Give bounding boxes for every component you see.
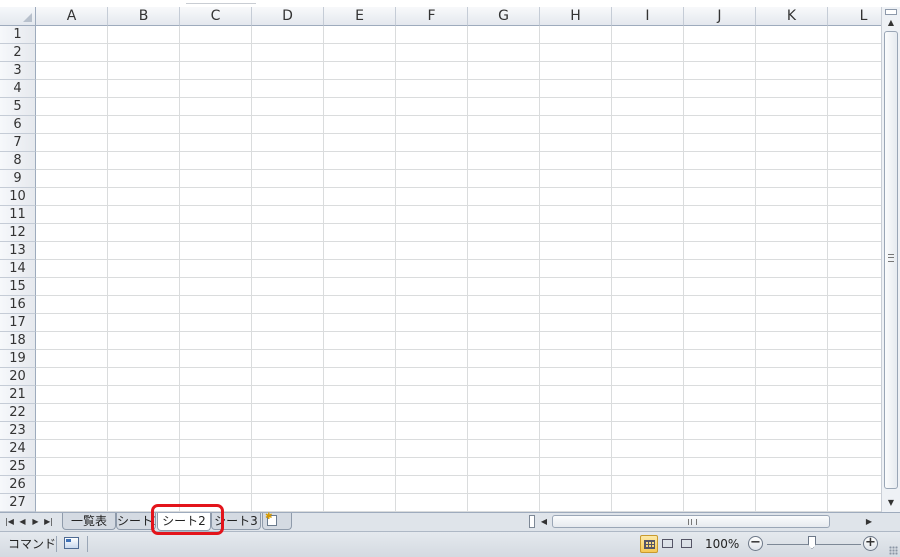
sheet-tab-bar: |◀ ◀ ▶ ▶| 一覧表 シート1 シート2 シート3 ✱ ◀ ▶ [0,512,900,531]
row-header[interactable]: 23 [0,422,36,440]
worksheet-grid[interactable]: ABCDEFGHIJKL 1 2 3 4 5 6 7 8 9 10 11 12 13 14 15 16 17 18… [0,7,881,512]
status-bar: コマンド 100% − + [0,531,900,557]
column-header[interactable]: B [108,7,180,26]
row-header[interactable]: 21 [0,386,36,404]
column-header[interactable]: L [828,7,881,26]
insert-worksheet-button[interactable]: ✱ [262,512,292,530]
row-header[interactable]: 26 [0,476,36,494]
first-sheet-icon[interactable]: |◀ [4,515,15,529]
row-header[interactable]: 8 [0,152,36,170]
select-all-icon [23,13,32,22]
normal-view-icon [644,540,655,549]
column-header[interactable]: E [324,7,396,26]
scroll-up-arrow-icon[interactable]: ▲ [884,17,898,29]
page-break-view-button[interactable] [678,535,696,553]
status-mode: コマンド [8,537,57,551]
row-header[interactable]: 10 [0,188,36,206]
zoom-in-icon[interactable]: + [863,536,878,551]
horizontal-scroll-thumb[interactable] [552,515,830,528]
row-header[interactable]: 4 [0,80,36,98]
cell-area[interactable] [36,26,881,512]
row-header[interactable]: 7 [0,134,36,152]
row-header[interactable]: 19 [0,350,36,368]
column-header[interactable]: A [36,7,108,26]
prev-sheet-icon[interactable]: ◀ [17,515,28,529]
column-header[interactable]: I [612,7,684,26]
resize-grip-icon[interactable] [889,546,898,555]
page-break-icon [681,539,692,548]
scroll-left-arrow-icon[interactable]: ◀ [538,514,550,529]
row-header[interactable]: 11 [0,206,36,224]
row-header[interactable]: 12 [0,224,36,242]
status-separator [56,536,57,552]
row-header[interactable]: 6 [0,116,36,134]
vertical-scroll-thumb[interactable] [884,31,898,489]
row-header[interactable]: 25 [0,458,36,476]
row-header[interactable]: 14 [0,260,36,278]
row-header[interactable]: 15 [0,278,36,296]
grip-icon [688,519,697,525]
row-header[interactable]: 20 [0,368,36,386]
row-header[interactable]: 16 [0,296,36,314]
row-header[interactable]: 3 [0,62,36,80]
row-header[interactable]: 5 [0,98,36,116]
page-layout-view-button[interactable] [659,535,677,553]
column-header[interactable]: D [252,7,324,26]
column-header[interactable]: C [180,7,252,26]
sheet-tab-0[interactable]: 一覧表 [62,513,116,530]
split-box[interactable] [885,9,897,15]
vertical-scrollbar[interactable]: ▲ ▼ [881,7,900,512]
formula-bar-divider [186,0,256,4]
column-header[interactable]: J [684,7,756,26]
row-header[interactable]: 17 [0,314,36,332]
column-header[interactable]: G [468,7,540,26]
tab-split-handle[interactable] [529,515,535,528]
scroll-down-arrow-icon[interactable]: ▼ [884,497,898,509]
scroll-right-arrow-icon[interactable]: ▶ [863,514,875,529]
status-separator [87,536,88,552]
zoom-level[interactable]: 100% [705,537,739,551]
zoom-out-icon[interactable]: − [748,536,763,551]
row-header[interactable]: 13 [0,242,36,260]
page-layout-icon [662,539,673,548]
record-macro-icon[interactable] [64,537,79,549]
sparkle-icon: ✱ [265,512,273,522]
row-header[interactable]: 18 [0,332,36,350]
row-header[interactable]: 2 [0,44,36,62]
row-header[interactable]: 22 [0,404,36,422]
active-sheet-highlight [151,504,224,535]
grip-icon [888,254,894,262]
normal-view-button[interactable] [640,535,658,553]
select-all-button[interactable] [0,7,36,26]
row-header[interactable]: 1 [0,26,36,44]
column-header[interactable]: F [396,7,468,26]
row-header[interactable]: 24 [0,440,36,458]
next-sheet-icon[interactable]: ▶ [30,515,41,529]
horizontal-scrollbar[interactable]: ◀ ▶ [538,514,878,529]
sheet-tab-label: 一覧表 [70,514,107,528]
sheet-tab-1[interactable]: シート1 [116,513,156,530]
row-header[interactable]: 27 [0,494,36,512]
column-header[interactable]: K [756,7,828,26]
zoom-slider-thumb[interactable] [808,536,816,549]
column-header[interactable]: H [540,7,612,26]
last-sheet-icon[interactable]: ▶| [43,515,54,529]
row-header[interactable]: 9 [0,170,36,188]
